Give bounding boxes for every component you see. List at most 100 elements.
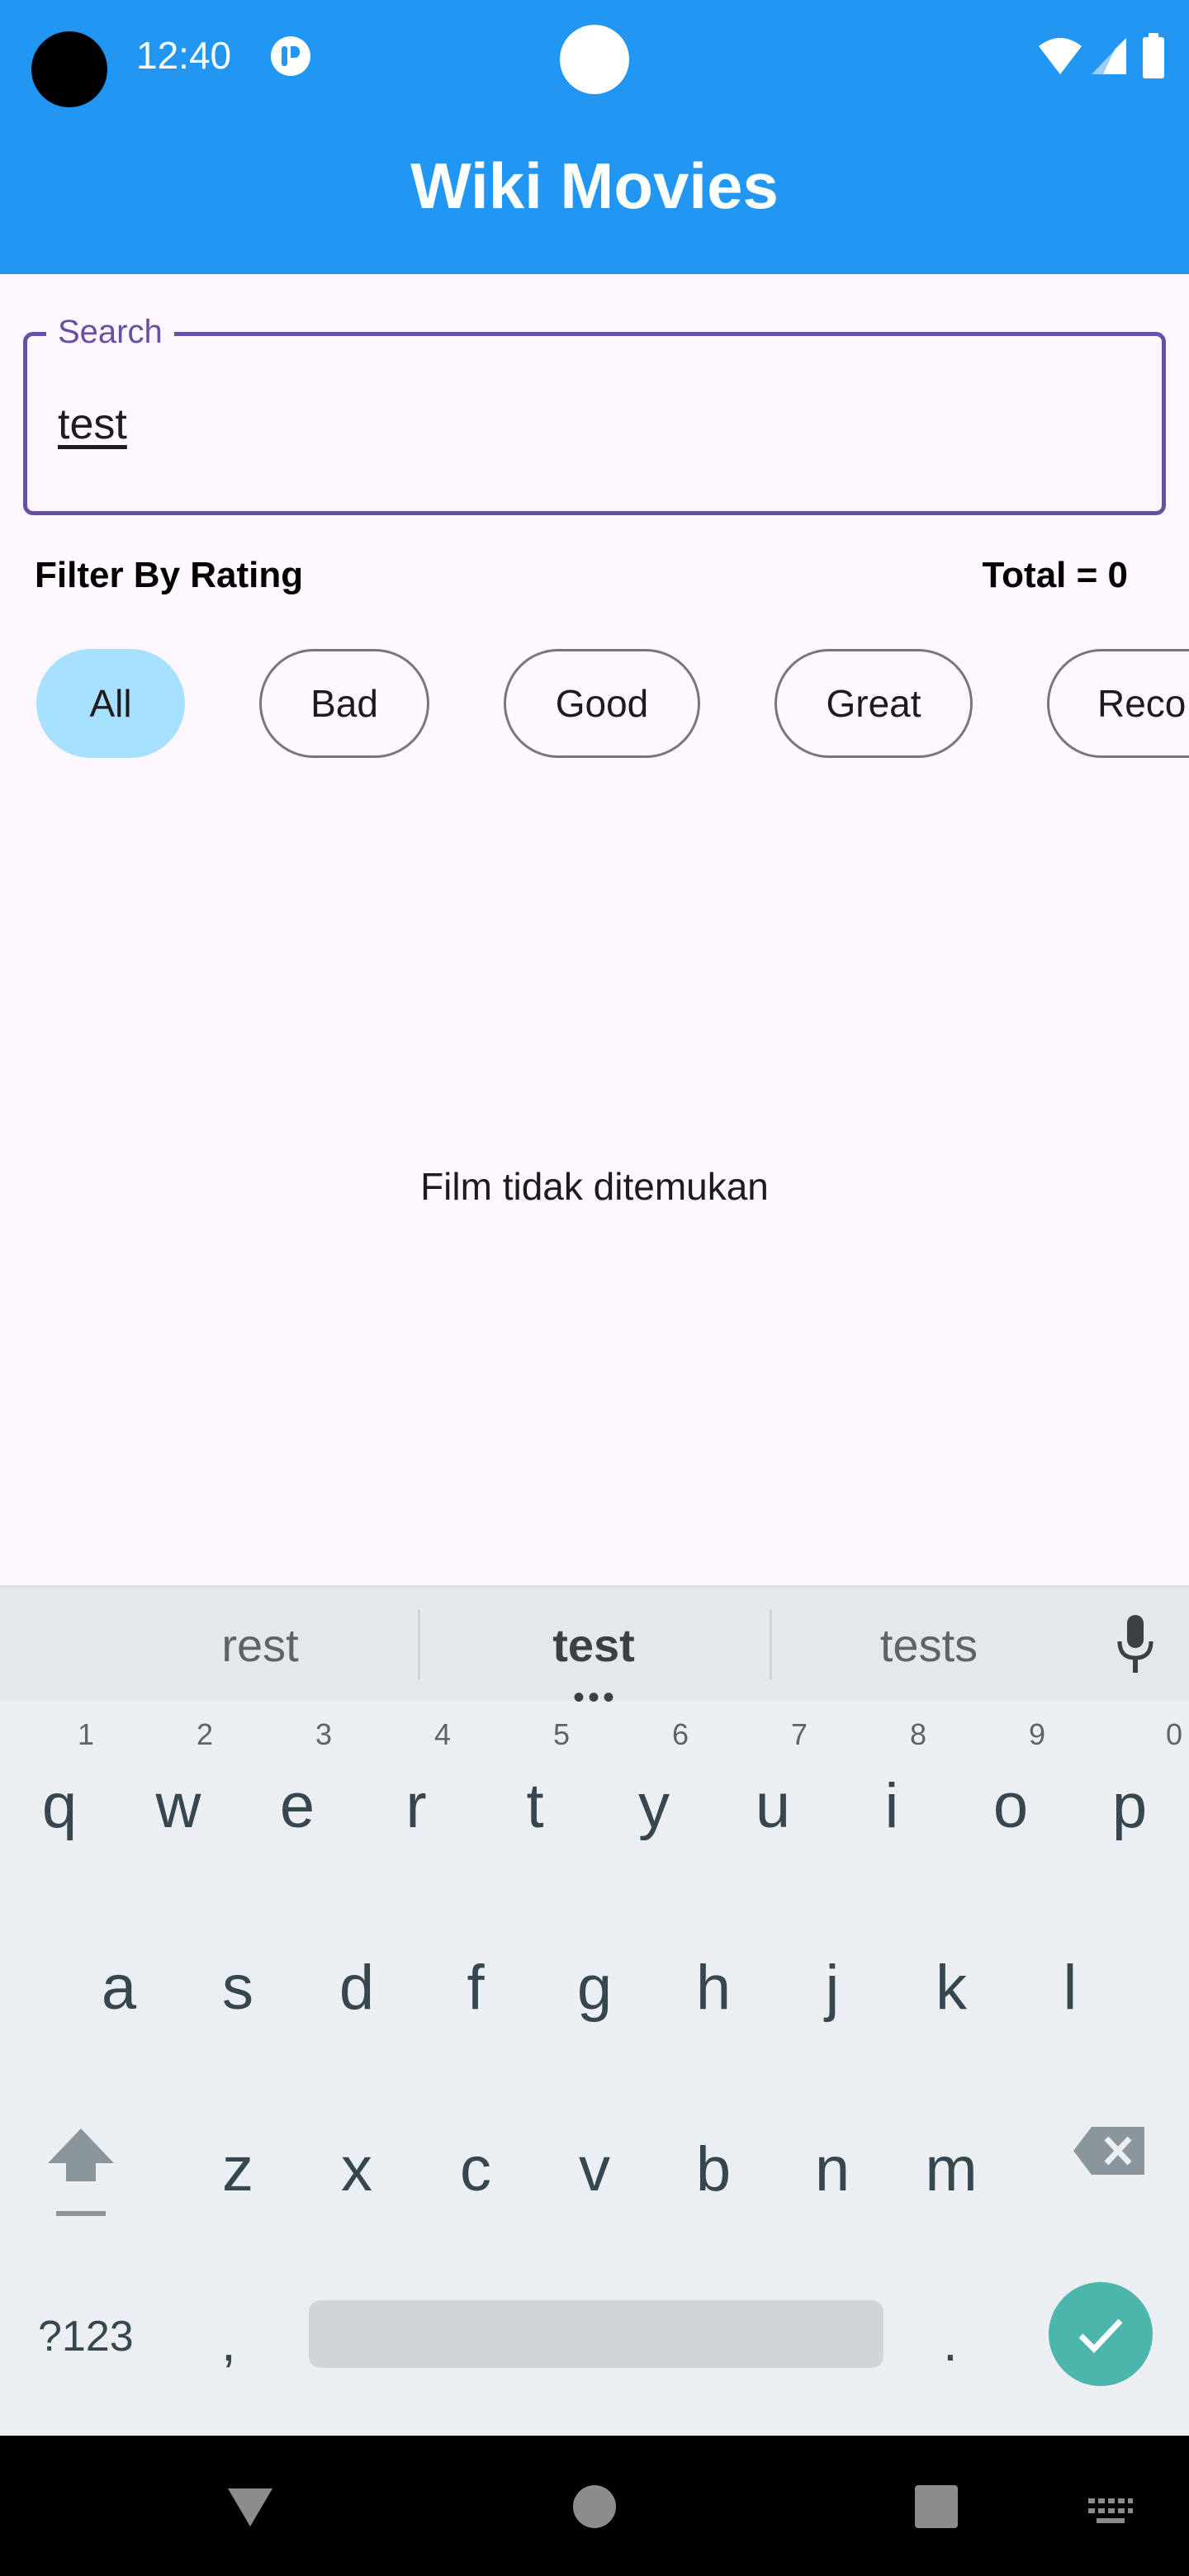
recents-icon[interactable]: [915, 2485, 958, 2528]
suggestion-test[interactable]: test: [474, 1618, 713, 1672]
chip-label: Great: [826, 682, 921, 725]
camera-cutout: [31, 31, 107, 107]
key-a[interactable]: a: [59, 1899, 178, 2064]
shift-key-icon[interactable]: [41, 2122, 121, 2224]
search-field-label: Search: [46, 314, 174, 351]
key-label: j: [825, 1953, 840, 2023]
key-number-hint: 5: [552, 1717, 570, 1751]
chip-all[interactable]: All: [36, 649, 185, 758]
battery-icon: [1143, 33, 1164, 78]
key-j[interactable]: j: [773, 1899, 892, 2064]
key-number-hint: 0: [1165, 1717, 1182, 1751]
comma-key[interactable]: ,: [221, 2312, 236, 2373]
chip-label: All: [89, 682, 132, 725]
key-label: b: [695, 2134, 732, 2204]
space-key[interactable]: [309, 2300, 883, 2368]
key-number-hint: 1: [77, 1717, 94, 1751]
key-i[interactable]: 8i: [832, 1717, 951, 1882]
key-label: m: [925, 2134, 978, 2204]
chip-great[interactable]: Great: [775, 649, 973, 758]
key-number-hint: 7: [790, 1717, 808, 1751]
key-label: k: [936, 1953, 967, 2023]
key-r[interactable]: 4r: [357, 1717, 476, 1882]
enter-key[interactable]: [1049, 2282, 1153, 2386]
status-time: 12:40: [136, 34, 232, 77]
key-label: g: [576, 1953, 613, 2023]
key-label: p: [1111, 1771, 1148, 1841]
key-label: n: [814, 2134, 850, 2204]
key-number-hint: 6: [671, 1717, 689, 1751]
key-label: s: [222, 1953, 253, 2023]
key-number-hint: 9: [1028, 1717, 1045, 1751]
key-w[interactable]: 2w: [119, 1717, 238, 1882]
chip-label: Reco: [1097, 682, 1187, 725]
key-number-hint: 8: [909, 1717, 926, 1751]
period-key[interactable]: .: [943, 2312, 958, 2373]
key-z[interactable]: z: [178, 2081, 297, 2246]
key-k[interactable]: k: [892, 1899, 1011, 2064]
key-d[interactable]: d: [297, 1899, 416, 2064]
key-label: t: [526, 1771, 544, 1841]
key-o[interactable]: 9o: [951, 1717, 1070, 1882]
home-icon[interactable]: [573, 2485, 616, 2528]
key-label: u: [755, 1771, 791, 1841]
key-p[interactable]: 0p: [1070, 1717, 1189, 1882]
key-label: h: [695, 1953, 732, 2023]
key-label: v: [579, 2134, 610, 2204]
chip-bad[interactable]: Bad: [259, 649, 429, 758]
key-label: w: [155, 1771, 201, 1841]
key-label: a: [101, 1953, 137, 2023]
backspace-icon[interactable]: [1070, 2122, 1149, 2180]
key-v[interactable]: v: [535, 2081, 654, 2246]
front-sensor: [560, 25, 629, 94]
key-f[interactable]: f: [416, 1899, 535, 2064]
symbols-key[interactable]: ?123: [38, 2312, 134, 2361]
key-q[interactable]: 1q: [0, 1717, 119, 1882]
more-suggestions-icon[interactable]: •••: [573, 1679, 618, 1717]
key-h[interactable]: h: [654, 1899, 773, 2064]
filter-label: Filter By Rating: [35, 555, 304, 595]
key-label: x: [341, 2134, 372, 2204]
suggestion-rest[interactable]: rest: [140, 1618, 380, 1672]
chip-label: Bad: [310, 682, 378, 725]
chip-recommended[interactable]: Reco: [1047, 649, 1189, 758]
suggestion-divider: [770, 1610, 772, 1679]
key-u[interactable]: 7u: [713, 1717, 832, 1882]
chip-label: Good: [555, 682, 649, 725]
notification-app-icon: [271, 36, 310, 76]
key-s[interactable]: s: [178, 1899, 297, 2064]
keyboard-switch-icon[interactable]: [1087, 2497, 1135, 2526]
suggestion-tests[interactable]: tests: [809, 1618, 1049, 1672]
key-number-hint: 4: [433, 1717, 451, 1751]
key-g[interactable]: g: [535, 1899, 654, 2064]
key-label: l: [1063, 1953, 1078, 2023]
key-label: c: [460, 2134, 491, 2204]
key-t[interactable]: 5t: [476, 1717, 594, 1882]
key-y[interactable]: 6y: [594, 1717, 713, 1882]
key-label: y: [638, 1771, 670, 1841]
key-e[interactable]: 3e: [238, 1717, 357, 1882]
key-n[interactable]: n: [773, 2081, 892, 2246]
empty-state-message: Film tidak ditemukan: [420, 1165, 769, 1208]
microphone-icon[interactable]: [1116, 1613, 1154, 1676]
key-x[interactable]: x: [297, 2081, 416, 2246]
search-input[interactable]: [23, 332, 1166, 515]
rating-filter-chips: All Bad Good Great Reco: [0, 627, 1189, 776]
key-number-hint: 2: [196, 1717, 213, 1751]
key-label: o: [992, 1771, 1029, 1841]
chip-good[interactable]: Good: [504, 649, 700, 758]
key-label: e: [279, 1771, 315, 1841]
key-b[interactable]: b: [654, 2081, 773, 2246]
key-label: d: [339, 1953, 375, 2023]
signal-icon: [1092, 38, 1126, 74]
search-input-value[interactable]: test: [58, 400, 127, 449]
back-icon[interactable]: [226, 2485, 274, 2530]
key-label: f: [467, 1953, 485, 2023]
key-m[interactable]: m: [892, 2081, 1011, 2246]
key-number-hint: 3: [315, 1717, 332, 1751]
key-c[interactable]: c: [416, 2081, 535, 2246]
key-label: q: [41, 1771, 78, 1841]
check-icon: [1078, 2318, 1123, 2354]
key-l[interactable]: l: [1011, 1899, 1130, 2064]
key-label: z: [222, 2134, 253, 2204]
